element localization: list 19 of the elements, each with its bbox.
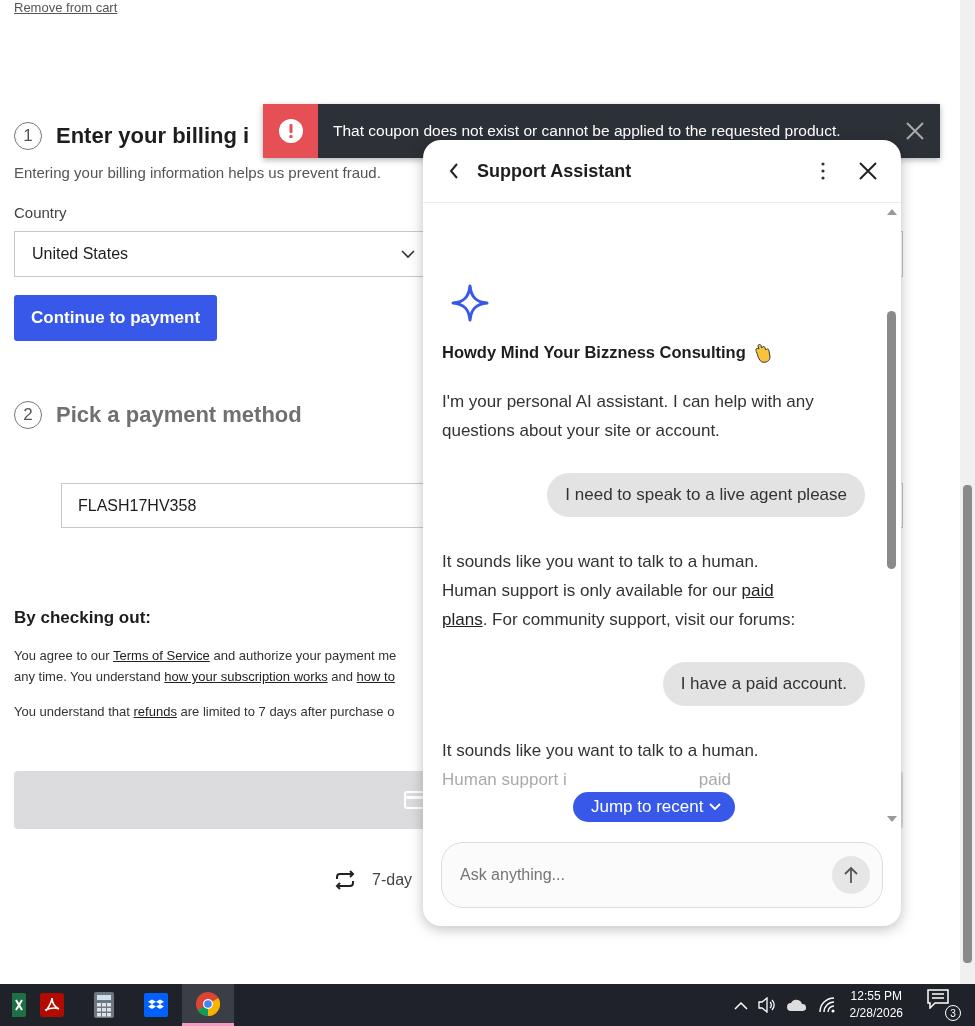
faded-text: Human support i bbox=[442, 769, 567, 791]
assistant-message: I'm your personal AI assistant. I can help with any questions about your site or account. bbox=[442, 391, 815, 442]
terms-paragraph: You understand that refunds are limited to 7 days after purchase o bbox=[14, 703, 396, 721]
billing-note: Entering your billing information helps us prevent fraud. bbox=[14, 164, 381, 181]
notification-count: 3 bbox=[945, 1005, 961, 1021]
country-label: Country bbox=[14, 204, 67, 221]
step-title: Pick a payment method bbox=[56, 402, 302, 428]
terms-paragraph: You agree to our Terms of Service and authorize your payment me any time. You understand how your subscription works and how to bbox=[14, 647, 398, 686]
checkout-heading: By checking out: bbox=[14, 608, 151, 628]
toast-message: That coupon does not exist or cannot be applied to the requested product. bbox=[332, 121, 842, 141]
user-message: I need to speak to a live agent please bbox=[547, 473, 865, 517]
chat-title: Support Assistant bbox=[477, 160, 633, 182]
user-message: I have a paid account. bbox=[662, 662, 865, 706]
assistant-message: It sounds like you want to talk to a human. Human support is only available for our paid plans. For community support, visit our forums: bbox=[442, 551, 797, 631]
faded-text: paid bbox=[698, 769, 731, 791]
guarantee-text: 7-day bbox=[372, 871, 413, 889]
greeting-text: Howdy Mind Your Bizzness Consulting bbox=[442, 342, 746, 362]
step-title: Enter your billing i bbox=[56, 123, 250, 149]
assistant-message: It sounds like you want to talk to a human. Human support i paid bbox=[442, 736, 865, 794]
